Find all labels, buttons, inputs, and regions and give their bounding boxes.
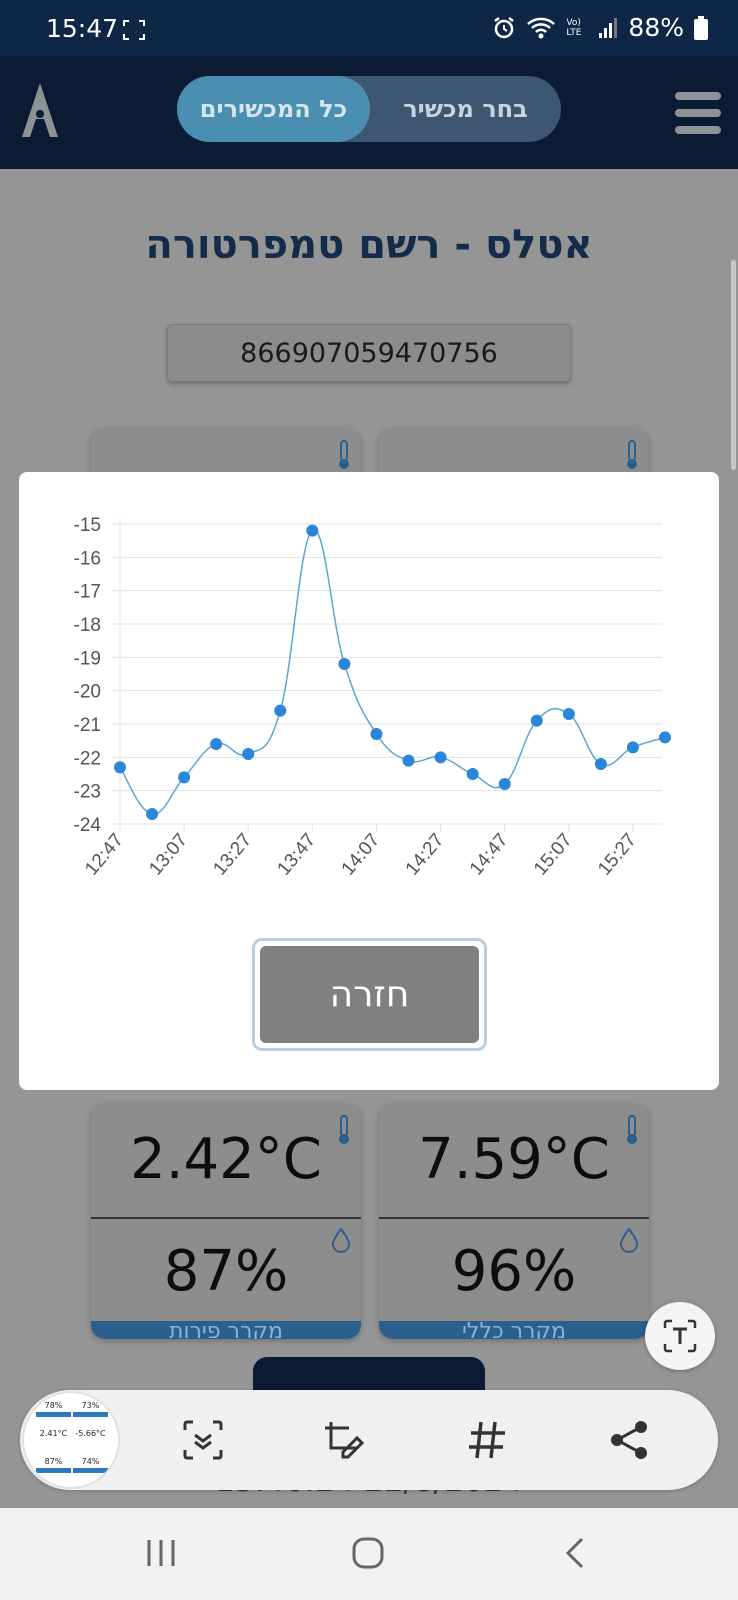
back-button[interactable]: חזרה <box>252 938 487 1051</box>
hashtag-icon[interactable] <box>465 1418 509 1462</box>
y-tick-label: -16 <box>74 548 101 569</box>
data-point <box>402 754 415 767</box>
toggle-select-device[interactable]: בחר מכשיר <box>370 76 561 142</box>
status-bar: 15:47 Vo) LTE 88% <box>0 0 738 56</box>
x-tick-label: 13:27 <box>209 830 256 880</box>
page-title: אטלס - רשם טמפרטורה <box>145 222 593 268</box>
signal-icon <box>599 17 618 38</box>
network-type-label: Vo) LTE <box>566 17 582 38</box>
data-point <box>338 658 351 670</box>
card-divider <box>91 1217 361 1219</box>
data-point <box>562 708 575 720</box>
scrollbar[interactable] <box>731 260 736 470</box>
x-tick-label: 13:07 <box>145 830 192 880</box>
thermometer-icon <box>627 440 637 469</box>
y-tick-label: -24 <box>74 815 102 836</box>
x-tick-label: 15:27 <box>594 830 641 880</box>
data-point <box>370 728 383 740</box>
screenshot-thumbnail[interactable]: 78% 73% 2.41°C -5.66°C 87% 74% <box>22 1391 120 1489</box>
y-tick-label: -20 <box>74 682 101 703</box>
humidity-value: 96% <box>451 1239 577 1304</box>
data-point <box>146 808 159 820</box>
text-extract-button[interactable] <box>645 1302 715 1370</box>
back-icon[interactable] <box>563 1536 587 1570</box>
recent-apps-icon[interactable] <box>143 1538 179 1568</box>
device-id-field[interactable]: 866907059470756 <box>167 324 571 382</box>
status-icons: Vo) LTE 88% <box>492 13 708 42</box>
device-mode-toggle[interactable]: כל המכשירים בחר מכשיר <box>177 76 561 142</box>
y-tick-label: -21 <box>74 715 101 736</box>
temperature-value: 7.59°C <box>418 1127 610 1192</box>
y-tick-label: -22 <box>74 748 101 769</box>
data-point <box>530 714 543 727</box>
data-point <box>466 768 479 780</box>
app-header: כל המכשירים בחר מכשיר <box>0 56 738 169</box>
battery-icon <box>694 15 708 40</box>
status-time: 15:47 <box>46 14 119 43</box>
card-divider <box>379 1217 649 1219</box>
series-line <box>119 529 666 815</box>
x-tick-label: 13:47 <box>274 830 321 880</box>
x-tick-label: 14:47 <box>466 830 513 880</box>
scroll-capture-icon[interactable] <box>181 1418 225 1462</box>
data-point <box>210 738 223 750</box>
x-tick-label: 15:07 <box>530 830 577 880</box>
text-extract-icon <box>663 1319 697 1353</box>
sensor-card-left[interactable]: 2.42°C 87% מקרר פירות <box>91 1103 361 1339</box>
alarm-icon <box>494 16 515 38</box>
toggle-all-devices[interactable]: כל המכשירים <box>177 76 370 142</box>
screenshot-indicator-icon <box>123 20 145 40</box>
navigation-bar <box>0 1508 738 1600</box>
x-tick-label: 12:47 <box>81 830 128 880</box>
wifi-icon <box>527 17 556 38</box>
y-tick-label: -23 <box>74 782 101 803</box>
thermometer-icon <box>339 440 349 469</box>
data-point <box>306 524 319 537</box>
thumbnail-preview: 78% 73% 2.41°C -5.66°C 87% 74% <box>36 1401 108 1483</box>
x-tick-label: 14:27 <box>402 830 449 880</box>
data-point <box>594 758 607 770</box>
data-point <box>114 761 126 774</box>
card-location-label: מקרר כללי <box>379 1321 649 1339</box>
data-point <box>178 771 191 784</box>
x-tick-label: 14:07 <box>338 830 385 880</box>
temperature-value: 2.42°C <box>130 1127 322 1192</box>
back-button-label: חזרה <box>260 946 479 1043</box>
data-point <box>498 778 511 790</box>
data-point <box>434 751 447 764</box>
y-tick-label: -18 <box>74 615 101 636</box>
battery-percent: 88% <box>628 13 684 42</box>
y-tick-label: -17 <box>74 582 101 603</box>
data-point <box>242 748 255 760</box>
atlas-logo-icon <box>22 83 58 137</box>
y-tick-label: -19 <box>74 648 101 669</box>
data-point <box>274 704 287 717</box>
y-tick-label: -15 <box>74 515 101 536</box>
share-icon[interactable] <box>608 1418 652 1462</box>
sensor-card-right[interactable]: 7.59°C 96% מקרר כללי <box>379 1103 649 1339</box>
data-point <box>659 731 671 744</box>
card-location-label: מקרר פירות <box>91 1321 361 1339</box>
temperature-line-chart: -15 -16 -17 -18 -19 -20 -21 -22 -23 -2412:47 13:07… <box>74 515 671 880</box>
data-point <box>626 741 639 754</box>
humidity-value: 87% <box>163 1239 289 1304</box>
hamburger-menu-icon[interactable] <box>675 92 721 136</box>
edit-icon[interactable] <box>321 1418 365 1462</box>
home-icon[interactable] <box>351 1536 385 1570</box>
chart-modal: -15 -16 -17 -18 -19 -20 -21 -22 -23 -24 12:47 13:07… <box>19 472 719 1090</box>
screenshot-toolbar: 78% 73% 2.41°C -5.66°C 87% 74% <box>20 1390 718 1490</box>
